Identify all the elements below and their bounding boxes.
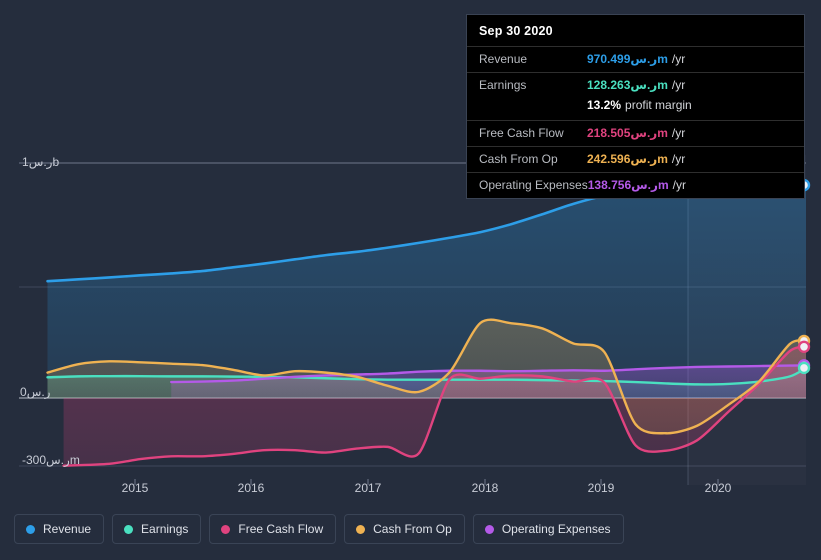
legend-item-label: Revenue — [43, 522, 92, 536]
chart-area-fills — [47, 184, 806, 466]
legend-color-dot-icon — [484, 524, 494, 534]
tooltip-row-unit: /yr — [672, 178, 686, 192]
x-axis-tick-2019: 2019 — [587, 481, 615, 495]
tooltip-row-unit: /yr — [671, 78, 686, 92]
tooltip-row: Cash From Op 242.596ر.سm/yr — [467, 146, 804, 172]
tooltip-row-unit: /yr — [671, 52, 686, 66]
tooltip-row: Revenue 970.499ر.سm/yr — [467, 46, 804, 72]
tooltip-row-value: 128.263ر.سm — [587, 78, 668, 92]
tooltip-row-label: Revenue — [479, 52, 528, 66]
legend-item-free-cash-flow[interactable]: Free Cash Flow — [209, 514, 337, 544]
tooltip-row: Operating Expenses 138.756ر.سm/yr — [467, 172, 804, 198]
legend-item-label: Earnings — [141, 522, 189, 536]
chart-plot-area[interactable] — [0, 155, 821, 485]
chart-tooltip: Sep 30 2020 Revenue 970.499ر.سm/yr Earning… — [466, 14, 805, 199]
tooltip-row-label: Earnings — [479, 78, 527, 92]
chart-x-tick-marks — [134, 479, 719, 485]
x-axis-tick-2015: 2015 — [121, 481, 149, 495]
tooltip-row-value: 242.596ر.سm — [587, 152, 668, 166]
legend-item-revenue[interactable]: Revenue — [14, 514, 105, 544]
legend-item-cash-from-op[interactable]: Cash From Op — [344, 514, 465, 544]
chart-svg — [19, 155, 811, 485]
tooltip-row-label: Cash From Op — [479, 152, 558, 166]
tooltip-row-label: Operating Expenses — [479, 178, 588, 192]
tooltip-row-value: 970.499ر.سm — [587, 52, 668, 66]
x-axis-tick-2017: 2017 — [354, 481, 382, 495]
legend-color-dot-icon — [356, 524, 366, 534]
tooltip-row: 13.2% profit margin — [467, 98, 804, 120]
tooltip-row-value: 138.756ر.سm — [587, 178, 669, 192]
tooltip-row-value: 218.505ر.سm — [587, 126, 668, 140]
tooltip-rows: Revenue 970.499ر.سm/yr Earnings 128.263ر.سm… — [467, 46, 804, 198]
legend-item-operating-expenses[interactable]: Operating Expenses — [472, 514, 624, 544]
tooltip-row-unit: /yr — [671, 152, 686, 166]
legend-color-dot-icon — [26, 524, 35, 534]
tooltip-row-label: Free Cash Flow — [479, 126, 564, 140]
legend-color-dot-icon — [221, 524, 231, 534]
legend-item-label: Cash From Op — [373, 522, 452, 536]
x-axis-tick-2016: 2016 — [237, 481, 265, 495]
y-axis-label-zero: 0ر.س — [20, 385, 51, 399]
legend-color-dot-icon — [124, 524, 134, 534]
y-axis-label-top: 1ر.سb — [22, 155, 60, 169]
tooltip-row: Earnings 128.263ر.سm/yr — [467, 72, 804, 98]
chart-screenshot: 1ر.سb 0ر.س -300ر.سm 2015 2016 2017 2018 2019… — [0, 0, 821, 560]
chart-legend[interactable]: Revenue Earnings Free Cash Flow Cash From O… — [14, 514, 624, 544]
tooltip-row: Free Cash Flow 218.505ر.سm/yr — [467, 120, 804, 146]
x-axis-tick-2020: 2020 — [704, 481, 732, 495]
y-axis-label-bottom: -300ر.سm — [22, 453, 80, 467]
tooltip-row-unit: profit margin — [625, 98, 692, 112]
legend-item-label: Free Cash Flow — [238, 522, 324, 536]
tooltip-row-unit: /yr — [671, 126, 686, 140]
tooltip-date: Sep 30 2020 — [479, 24, 553, 38]
x-axis-tick-2018: 2018 — [471, 481, 499, 495]
tooltip-row-value: 13.2% — [587, 98, 622, 112]
legend-item-earnings[interactable]: Earnings — [112, 514, 202, 544]
legend-item-label: Operating Expenses — [501, 522, 611, 536]
